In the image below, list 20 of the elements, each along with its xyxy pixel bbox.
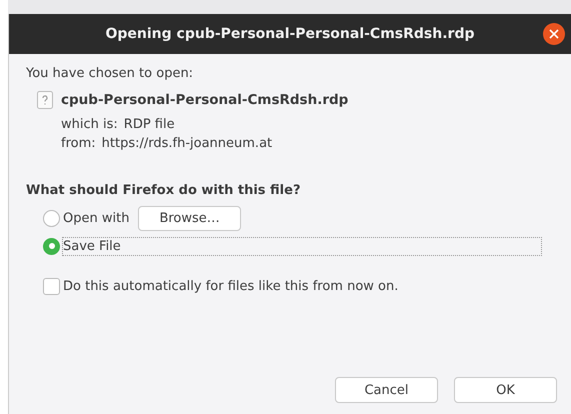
option-label[interactable]: Open with — [62, 208, 130, 228]
checkbox-label[interactable]: Do this automatically for files like this from now on. — [62, 276, 400, 296]
type-label: which is: — [61, 116, 118, 134]
close-icon — [549, 29, 559, 39]
source-url: https://rds.fh-joanneum.at — [102, 135, 272, 153]
file-type: RDP file — [124, 116, 175, 134]
question-heading: What should Firefox do with this file? — [26, 183, 302, 198]
close-button[interactable] — [543, 23, 565, 45]
unknown-file-icon — [37, 91, 53, 109]
ok-button[interactable]: OK — [454, 377, 557, 403]
browse-button[interactable]: Browse… — [138, 206, 241, 230]
source-label: from: — [61, 135, 96, 153]
intro-text: You have chosen to open: — [26, 66, 194, 81]
checkbox[interactable] — [43, 278, 60, 294]
cancel-button[interactable]: Cancel — [335, 377, 438, 403]
radio-button[interactable] — [43, 210, 60, 226]
file-name: cpub-Personal-Personal-CmsRdsh.rdp — [61, 92, 348, 108]
window-title: Opening cpub-Personal-Personal-CmsRdsh.rdp — [106, 26, 474, 42]
option-label[interactable]: Save File — [62, 236, 542, 256]
radio-button[interactable] — [43, 238, 60, 254]
